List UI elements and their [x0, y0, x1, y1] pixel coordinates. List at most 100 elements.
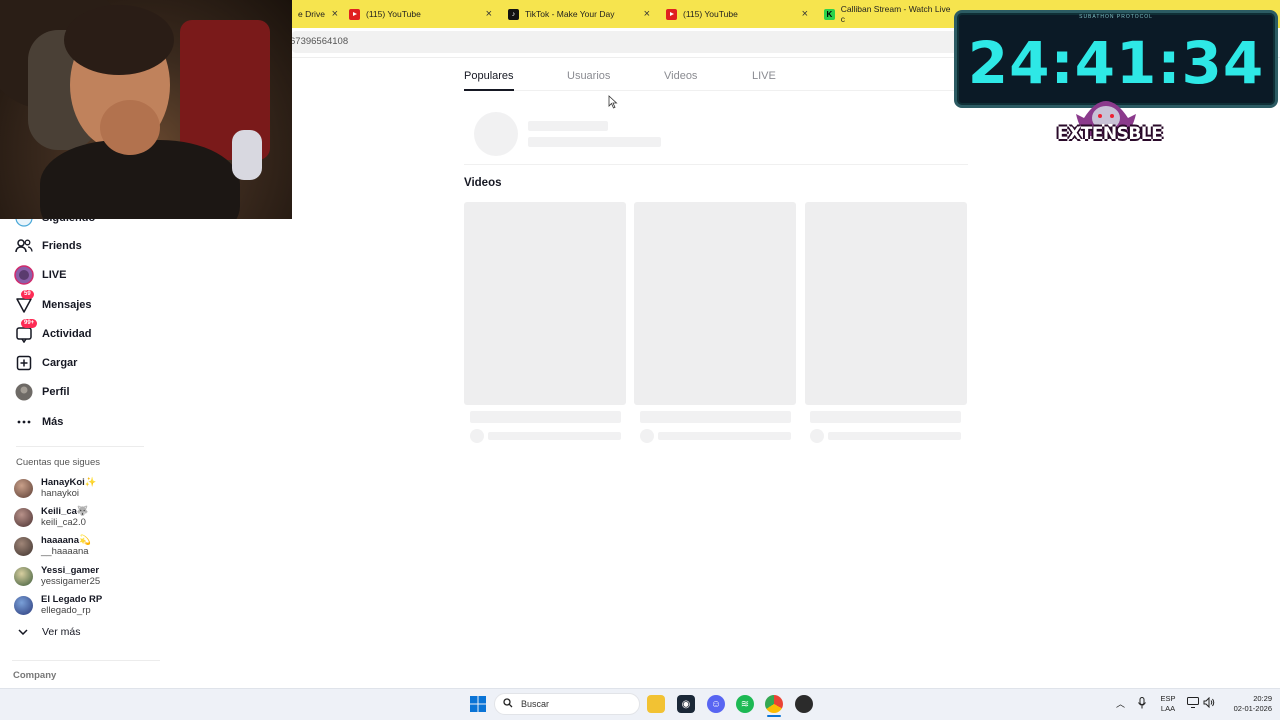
sidebar-item-profile[interactable]: Perfil — [12, 380, 70, 404]
search-icon — [503, 697, 513, 711]
friends-icon — [12, 236, 36, 256]
tab-tiktok[interactable]: ♪ TikTok - Make Your Day × — [508, 0, 650, 28]
microphone-icon[interactable] — [1137, 697, 1147, 712]
skeleton-avatar — [474, 112, 518, 156]
tab-title: e Drive — [298, 9, 325, 19]
search-placeholder: Buscar — [521, 699, 550, 709]
tab-drive[interactable]: e Drive × — [298, 0, 338, 28]
chevron-down-icon — [18, 627, 28, 638]
youtube-icon — [666, 8, 677, 20]
skeleton-line — [488, 432, 621, 440]
see-more-label: Ver más — [42, 626, 81, 638]
account-username: __haaaana — [41, 546, 89, 557]
messages-badge: 59 — [21, 290, 34, 299]
close-tab-icon[interactable]: × — [332, 8, 338, 20]
windows-start-icon[interactable] — [469, 695, 487, 713]
spotify-icon[interactable]: ≋ — [736, 695, 754, 713]
account-display-name: haaaana💫 — [41, 535, 91, 546]
account-username: yessigamer25 — [41, 576, 101, 587]
skeleton-line — [640, 411, 791, 423]
close-tab-icon[interactable]: × — [802, 8, 808, 20]
sidebar-item-label: Friends — [42, 240, 82, 252]
activity-badge: 99+ — [21, 319, 38, 328]
tab-populares[interactable]: Populares — [464, 70, 514, 82]
skeleton-avatar — [810, 429, 824, 443]
language-indicator[interactable]: ESP LAA — [1156, 694, 1180, 714]
taskbar — [0, 688, 1280, 720]
company-link[interactable]: Company — [13, 670, 56, 681]
tab-videos[interactable]: Videos — [664, 70, 697, 82]
language-layout: LAA — [1160, 704, 1176, 713]
webcam-hair — [64, 5, 174, 75]
account-item[interactable]: haaaana💫 __haaaana — [14, 533, 91, 559]
webcam-overlay — [0, 0, 292, 219]
video-card-skeleton[interactable] — [634, 202, 796, 405]
divider — [464, 164, 968, 165]
messages-icon: 59 — [12, 290, 36, 315]
account-item[interactable]: Yessi_gamer yessigamer25 — [14, 563, 100, 589]
tray-chevron-up-icon[interactable]: ︿ — [1116, 699, 1125, 709]
timer-value: 24:41:34 — [967, 29, 1265, 97]
tab-live[interactable]: LIVE — [752, 70, 776, 82]
sidebar-item-label: Actividad — [42, 328, 92, 340]
sidebar-item-live[interactable]: LIVE — [12, 263, 66, 287]
sidebar-item-label: Perfil — [42, 386, 70, 398]
account-display-name: Keili_ca🐺 — [41, 506, 89, 517]
obs-icon[interactable] — [795, 695, 813, 713]
account-item[interactable]: HanayKoi✨ hanaykoi — [14, 475, 97, 501]
sidebar-item-friends[interactable]: Friends — [12, 234, 82, 258]
account-display-name: El Legado RP — [41, 594, 103, 605]
skeleton-line — [828, 432, 961, 440]
account-display-name: HanayKoi✨ — [41, 477, 97, 488]
profile-avatar-icon — [12, 382, 36, 402]
clock-time: 20:29 — [1253, 694, 1272, 703]
account-item[interactable]: El Legado RP ellegado_rp — [14, 592, 102, 618]
avatar — [14, 566, 33, 586]
steam-icon[interactable]: ◉ — [677, 695, 695, 713]
taskbar-search[interactable]: Buscar — [494, 693, 640, 715]
avatar — [14, 536, 33, 556]
address-bar[interactable]: 67396564108 — [290, 31, 992, 53]
tab-youtube[interactable]: (115) YouTube × — [349, 0, 492, 28]
video-card-skeleton[interactable] — [464, 202, 626, 405]
see-more-button[interactable]: Ver más — [18, 626, 81, 638]
network-icon[interactable] — [1187, 697, 1199, 711]
timer-label: SUBATHON PROTOCOL — [1079, 14, 1153, 20]
close-tab-icon[interactable]: × — [644, 8, 650, 20]
clock[interactable]: 20:29 02-01-2026 — [1222, 694, 1272, 714]
skeleton-line — [528, 137, 661, 147]
active-tab-indicator — [464, 89, 514, 91]
account-username: ellegado_rp — [41, 605, 91, 616]
tab-title: (115) YouTube — [683, 9, 738, 19]
activity-icon: 99+ — [12, 319, 38, 344]
active-app-indicator — [767, 715, 781, 717]
kick-icon: K — [824, 8, 835, 20]
tab-title: (115) YouTube — [366, 9, 421, 19]
file-explorer-icon[interactable] — [647, 695, 665, 713]
video-card-skeleton[interactable] — [805, 202, 967, 405]
videos-heading: Videos — [464, 177, 502, 189]
volume-icon[interactable] — [1203, 696, 1215, 711]
discord-icon[interactable]: ☺ — [707, 695, 725, 713]
sidebar-item-more[interactable]: Más — [12, 410, 63, 434]
close-tab-icon[interactable]: × — [486, 8, 492, 20]
tab-kick[interactable]: K Calliban Stream - Watch Live c — [824, 0, 954, 28]
account-item[interactable]: Keili_ca🐺 keili_ca2.0 — [14, 504, 89, 530]
sidebar-item-activity[interactable]: 99+ Actividad — [12, 319, 92, 346]
live-icon — [12, 265, 36, 285]
tab-usuarios[interactable]: Usuarios — [567, 70, 610, 82]
divider — [12, 660, 160, 661]
sidebar-item-messages[interactable]: 59 Mensajes — [12, 290, 92, 317]
sidebar-item-label: Mensajes — [42, 299, 92, 311]
logo-wordmark: EXTENSBLE — [1057, 124, 1163, 144]
tab-title: TikTok - Make Your Day — [525, 9, 615, 19]
chrome-icon[interactable] — [765, 695, 783, 713]
tab-youtube-2[interactable]: (115) YouTube × — [666, 0, 808, 28]
skeleton-line — [658, 432, 791, 440]
sidebar-item-upload[interactable]: Cargar — [12, 351, 77, 375]
upload-icon — [12, 353, 36, 373]
address-text: 67396564108 — [290, 36, 349, 47]
account-username: hanaykoi — [41, 488, 80, 499]
avatar — [14, 478, 33, 498]
skeleton-line — [810, 411, 961, 423]
